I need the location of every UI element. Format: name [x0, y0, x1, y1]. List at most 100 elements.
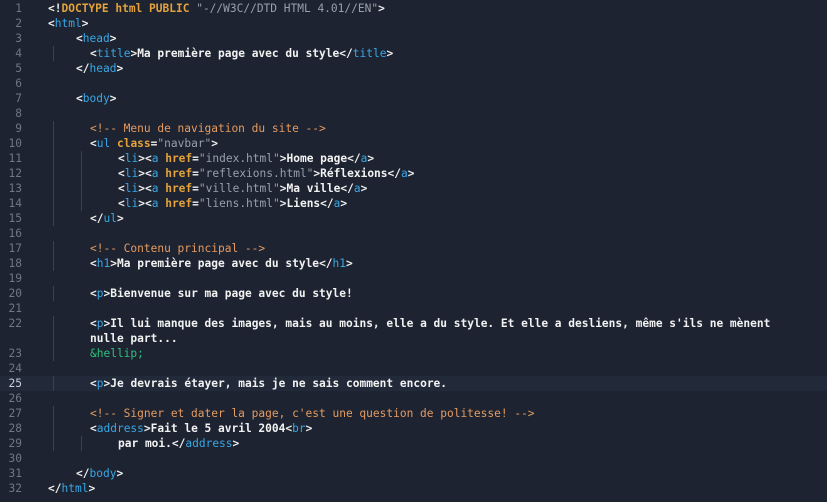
code-line[interactable]: 15 </ul>	[0, 211, 827, 226]
code-content: <p>Bienvenue sur ma page avec du style!	[90, 286, 353, 301]
code-content: <li><a href="index.html">Home page</a>	[118, 151, 374, 166]
line-number: 26	[8, 392, 22, 405]
token-tag: a	[151, 182, 166, 195]
token-text: Il lui manque des images, mais au moins,…	[110, 317, 771, 330]
code-line[interactable]: 17 <!-- Contenu principal -->	[0, 241, 827, 256]
token-punct: >	[360, 182, 368, 195]
token-punct: >	[378, 2, 385, 15]
code-line[interactable]: 14 <li><a href="liens.html">Liens</a>	[0, 196, 827, 211]
token-punct: <	[118, 167, 125, 180]
code-editor[interactable]: 1 <!DOCTYPE html PUBLIC "-//W3C//DTD HTML…	[0, 0, 827, 502]
code-line[interactable]: 6	[0, 76, 827, 91]
code-line[interactable]: 26	[0, 391, 827, 406]
token-punct: <	[90, 137, 97, 150]
line-number: 21	[8, 302, 22, 315]
token-tag: ul	[96, 137, 117, 150]
code-content: <ul class="navbar">	[90, 136, 218, 151]
code-line[interactable]: 27 <!-- Signer et dater la page, c'est un…	[0, 406, 827, 421]
code-line[interactable]: 32 </html>	[0, 481, 827, 496]
token-punct: >	[143, 422, 151, 435]
indent-guide	[53, 196, 54, 211]
code-content: <li><a href="liens.html">Liens</a>	[118, 196, 347, 211]
line-number: 32	[8, 482, 22, 495]
token-punct: =	[192, 152, 199, 165]
code-content: <p>Il lui manque des images, mais au moi…	[90, 316, 770, 331]
token-punct: >	[232, 437, 240, 450]
token-tag: address	[96, 422, 144, 435]
token-str: "liens.html"	[198, 197, 280, 210]
token-punct: >	[407, 167, 415, 180]
line-number: 14	[8, 197, 22, 210]
token-tag: h1	[96, 257, 111, 270]
code-line[interactable]: 13 <li><a href="ville.html">Ma ville</a>	[0, 181, 827, 196]
indent-guide	[81, 181, 82, 196]
code-content: <!DOCTYPE html PUBLIC "-//W3C//DTD HTML …	[48, 1, 385, 16]
token-punct: >	[116, 212, 124, 225]
code-content: <p>Je devrais étayer, mais je ne sais co…	[90, 376, 447, 391]
line-number: 23	[8, 347, 22, 360]
token-punct: ><	[138, 182, 152, 195]
code-line[interactable]: 7 <body>	[0, 91, 827, 106]
code-line[interactable]: 8	[0, 106, 827, 121]
code-line[interactable]: 31 </body>	[0, 466, 827, 481]
code-line[interactable]: 18 <h1>Ma première page avec du style</h1…	[0, 256, 827, 271]
token-punct: >	[211, 137, 219, 150]
token-punct: </	[90, 212, 104, 225]
indent-guide	[53, 166, 54, 181]
token-attr: href	[165, 197, 193, 210]
indent-guide	[53, 316, 54, 331]
token-str: "navbar"	[157, 137, 212, 150]
token-punct: <	[90, 377, 97, 390]
code-line[interactable]: 5 </head>	[0, 61, 827, 76]
token-punct: <	[118, 197, 125, 210]
code-line[interactable]: 19	[0, 271, 827, 286]
code-line[interactable]: 24	[0, 361, 827, 376]
code-line[interactable]: 3 <head>	[0, 31, 827, 46]
code-line[interactable]: 23 &hellip;	[0, 346, 827, 361]
token-tag: a	[151, 197, 166, 210]
code-line[interactable]: 9 <!-- Menu de navigation du site -->	[0, 121, 827, 136]
token-punct: =	[192, 167, 199, 180]
token-text: Je devrais étayer, mais je ne sais comme…	[110, 377, 448, 390]
token-punct: </	[339, 47, 353, 60]
code-line[interactable]: 22 <p>Il lui manque des images, mais au m…	[0, 316, 827, 331]
code-line[interactable]: 11 <li><a href="index.html">Home page</a>	[0, 151, 827, 166]
code-line[interactable]: 20 <p>Bienvenue sur ma page avec du style…	[0, 286, 827, 301]
line-number: 25	[8, 377, 22, 390]
line-number: 30	[8, 452, 22, 465]
token-attr: class	[116, 137, 151, 150]
code-line[interactable]: 12 <li><a href="reflexions.html">Réflexio…	[0, 166, 827, 181]
indent-guide	[53, 151, 54, 166]
indent-guide	[53, 331, 54, 346]
code-line[interactable]: nulle part...	[0, 331, 827, 346]
token-punct: >	[346, 257, 353, 270]
token-punct: </	[387, 167, 402, 180]
code-line[interactable]: 1 <!DOCTYPE html PUBLIC "-//W3C//DTD HTML…	[0, 1, 827, 16]
code-line[interactable]: 21	[0, 301, 827, 316]
code-content: </ul>	[90, 211, 124, 226]
line-number: 6	[15, 77, 22, 90]
indent-guide	[53, 421, 54, 436]
code-line[interactable]: 30	[0, 451, 827, 466]
indent-guide	[53, 436, 54, 451]
code-line[interactable]: 10 <ul class="navbar">	[0, 136, 827, 151]
code-line[interactable]: 25 <p>Je devrais étayer, mais je ne sais …	[0, 376, 827, 391]
line-number: 11	[8, 152, 22, 165]
code-line[interactable]: 28 <address>Fait le 5 avril 2004<br>	[0, 421, 827, 436]
line-number: 15	[8, 212, 22, 225]
indent-guide	[53, 286, 54, 301]
token-tag: p	[96, 287, 104, 300]
code-content: <!-- Signer et dater la page, c'est une …	[90, 406, 535, 421]
code-line[interactable]: 29 par moi.</address>	[0, 436, 827, 451]
code-line[interactable]: 16	[0, 226, 827, 241]
indent-guide	[53, 241, 54, 256]
token-text: Ma ville	[286, 182, 341, 195]
line-number: 17	[8, 242, 22, 255]
token-punct: >	[88, 482, 96, 495]
indent-guide	[81, 196, 82, 211]
token-tag: li	[124, 167, 139, 180]
code-line[interactable]: 2 <html>	[0, 16, 827, 31]
line-number: 13	[8, 182, 22, 195]
code-line[interactable]: 4 <title>Ma première page avec du style</…	[0, 46, 827, 61]
code-content: </body>	[76, 466, 123, 481]
